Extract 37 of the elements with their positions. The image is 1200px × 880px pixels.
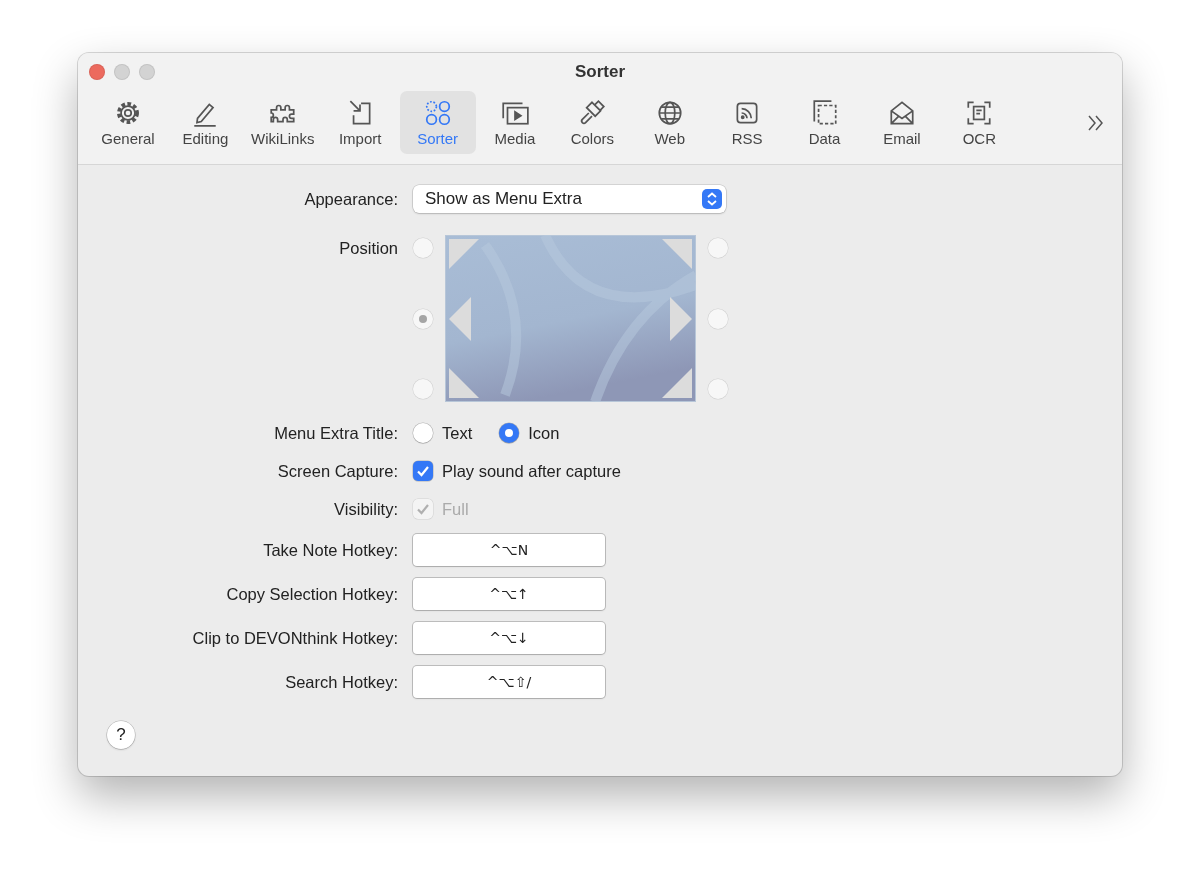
toolbar-tab[interactable]: Media [476,91,553,154]
appearance-dropdown[interactable]: Show as Menu Extra [413,185,726,213]
field-label: Menu Extra Title: [273,423,398,443]
radio-button[interactable] [413,423,433,443]
field-label: Appearance: [303,189,398,209]
toolbar-tab[interactable]: Editing [167,91,244,154]
toolbar-tab[interactable]: Web [631,91,708,154]
minimize-button[interactable] [114,64,130,80]
toolbar-tab[interactable]: RSS [709,91,786,154]
radio-button[interactable] [499,423,520,443]
field-label: Screen Capture: [276,461,398,481]
field-label: Clip to DEVONthink Hotkey: [191,628,398,648]
toolbar-tab[interactable]: Data [786,91,863,154]
zoom-button[interactable] [139,64,155,80]
field-label: Take Note Hotkey: [262,540,398,560]
toolbar-tab[interactable]: Import [322,91,399,154]
toolbar-tab[interactable]: Colors [554,91,631,154]
toolbar-tab[interactable]: General [90,91,166,154]
window-title: Sorter [574,62,626,82]
field-label: Visibility: [333,499,398,519]
radio-label[interactable]: Icon [528,423,560,443]
toolbar-tab[interactable]: OCR [941,91,1018,154]
help-button[interactable]: ? [107,721,135,749]
hotkey-field[interactable]: ^⌥↑ [413,578,605,610]
hotkey-field[interactable]: ^⌥N [413,534,605,566]
field-label: Search Hotkey: [284,672,398,692]
hotkey-field[interactable]: ^⌥⇧/ [413,666,605,698]
toolbar-tab[interactable]: WikiLinks [244,91,321,154]
up-down-chevron-icon [702,189,722,209]
close-button[interactable] [89,64,105,80]
toolbar-tab[interactable]: Email [863,91,940,154]
checkbox-label[interactable]: Play sound after capture [442,461,621,481]
hotkey-field[interactable]: ^⌥↓ [413,622,605,654]
field-label: Position [338,238,398,259]
radio-label[interactable]: Text [442,423,473,443]
field-label: Copy Selection Hotkey: [225,584,398,604]
checkbox[interactable] [413,461,433,481]
